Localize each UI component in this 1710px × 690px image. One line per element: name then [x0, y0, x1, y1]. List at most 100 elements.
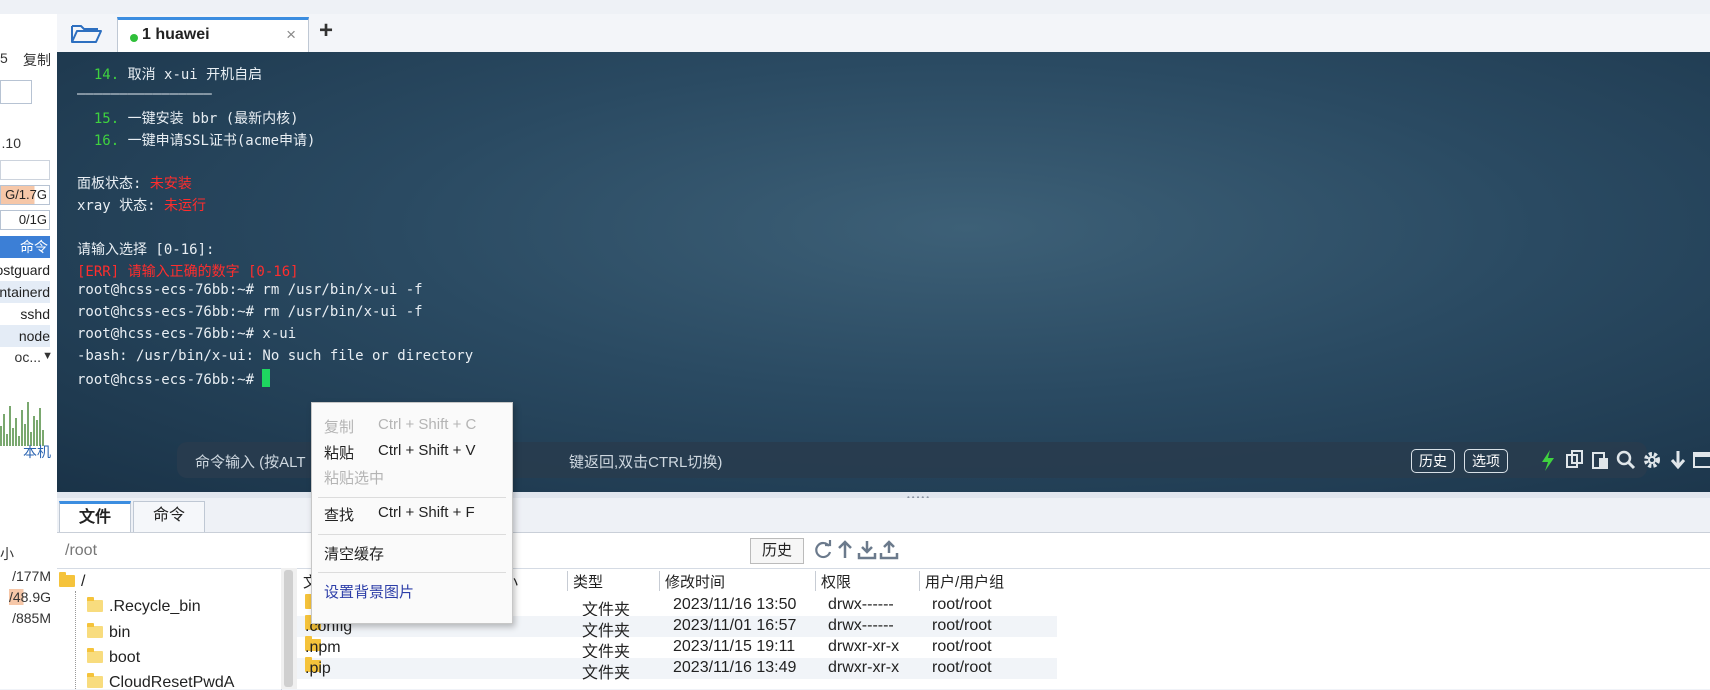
chevron-down-icon[interactable]: ▼ — [42, 350, 53, 362]
arrow-down-icon[interactable] — [1667, 448, 1689, 472]
lightning-icon[interactable] — [1537, 448, 1559, 472]
menu-separator — [318, 572, 506, 573]
folder-icon — [87, 597, 103, 612]
terminal-line: 16. 一键申请SSL证书(acme申请) — [93, 133, 316, 149]
process-header[interactable]: 命令 — [0, 236, 50, 258]
tab-commands[interactable]: 命令 — [133, 501, 205, 532]
network-dropdown[interactable]: oc... — [15, 349, 41, 365]
tree-item[interactable]: boot — [87, 648, 140, 667]
download-icon[interactable] — [857, 540, 877, 560]
sidebar-copy-button[interactable]: 复制 — [23, 50, 51, 70]
process-item[interactable]: postguard — [0, 259, 50, 281]
process-item[interactable]: node — [0, 325, 50, 347]
local-link[interactable]: 本机 — [23, 442, 51, 462]
file-perm: drwx------ — [828, 596, 894, 613]
close-icon[interactable]: × — [286, 25, 296, 45]
file-perm: drwx------ — [828, 617, 894, 634]
menu-item-paste-selection[interactable]: 粘贴选中 — [324, 467, 384, 488]
file-row[interactable]: .npm 文件夹 2023/11/15 19:11 drwxr-xr-x roo… — [297, 636, 1057, 661]
search-icon[interactable] — [1615, 448, 1637, 472]
terminal-line: 15. 一键安装 bbr (最新内核) — [93, 111, 299, 127]
tab-files[interactable]: 文件 — [59, 501, 131, 532]
column-separator[interactable] — [659, 571, 660, 591]
paste-icon[interactable] — [1590, 448, 1612, 472]
folder-icon — [59, 572, 75, 587]
terminal-line: 14. 取消 x-ui 开机自启 — [93, 67, 263, 83]
terminal-line: root@hcss-ecs-76bb:~# rm /usr/bin/x-ui -… — [77, 282, 423, 298]
file-type: 文件夹 — [582, 665, 631, 682]
terminal-line: root@hcss-ecs-76bb:~# rm /usr/bin/x-ui -… — [77, 304, 423, 320]
session-tab-bar: 1 huawei × + — [57, 14, 1710, 54]
tree-root[interactable]: / — [59, 572, 85, 591]
tree-item[interactable]: .Recycle_bin — [87, 597, 201, 616]
folder-open-icon[interactable] — [69, 20, 103, 46]
tab-label: 1 huawei — [142, 26, 210, 43]
menu-item-find[interactable]: 查找 Ctrl + Shift + F — [324, 504, 475, 525]
file-perm: drwxr-xr-x — [828, 659, 900, 676]
column-separator[interactable] — [815, 571, 816, 591]
context-menu: 复制 Ctrl + Shift + C 粘贴 Ctrl + Shift + V 粘贴… — [311, 402, 513, 624]
terminal-prompt-line: root@hcss-ecs-76bb:~# — [77, 369, 271, 388]
menu-separator — [318, 534, 506, 535]
options-button[interactable]: 选项 — [1464, 449, 1508, 473]
file-row[interactable]: .pip 文件夹 2023/11/16 13:49 drwxr-xr-x roo… — [297, 657, 1057, 682]
copy-icon[interactable] — [1564, 448, 1586, 472]
menu-item-clear-cache[interactable]: 清空缓存 — [324, 543, 384, 564]
directory-tree: / .Recycle_bin bin boot CloudResetPwdA — [57, 568, 282, 690]
add-tab-icon[interactable]: + — [319, 17, 333, 45]
window-top-strip — [0, 0, 1710, 15]
column-separator[interactable] — [567, 571, 568, 591]
window-icon[interactable] — [1692, 448, 1710, 472]
column-header-type[interactable]: 类型 — [573, 571, 603, 592]
history-button[interactable]: 历史 — [1411, 449, 1455, 473]
column-separator[interactable] — [919, 571, 920, 591]
process-item[interactable]: containerd — [0, 281, 50, 303]
folder-icon — [87, 673, 103, 688]
sidebar-field — [0, 160, 50, 180]
terminal-line: 请输入选择 [0-16]: — [77, 242, 215, 258]
disk-size: /885M — [12, 610, 51, 626]
menu-item-set-background[interactable]: 设置背景图片 — [324, 581, 414, 602]
terminal-line: 面板状态: 未安装 — [77, 176, 192, 192]
terminal-line: root@hcss-ecs-76bb:~# x-ui — [77, 326, 297, 342]
file-mtime: 2023/11/01 16:57 — [673, 617, 797, 634]
menu-item-paste[interactable]: 粘贴 Ctrl + Shift + V — [324, 442, 476, 463]
tree-item[interactable]: CloudResetPwdA — [87, 673, 234, 690]
command-input-placeholder: 命令输入 (按ALT — [195, 454, 306, 471]
refresh-icon[interactable] — [813, 540, 833, 560]
path-input[interactable]: /root — [65, 542, 97, 560]
gear-icon[interactable] — [1641, 448, 1663, 472]
process-item[interactable]: sshd — [0, 303, 50, 325]
disk-size: /177M — [12, 568, 51, 584]
tab-huawei[interactable]: 1 huawei × — [117, 17, 309, 52]
column-header-perm[interactable]: 权限 — [821, 571, 851, 592]
file-mtime: 2023/11/15 19:11 — [673, 638, 796, 655]
memory-usage: G/1.7G — [0, 185, 50, 205]
tree-guide — [75, 591, 77, 690]
path-history-button[interactable]: 历史 — [750, 538, 804, 564]
column-header-mtime[interactable]: 修改时间 — [665, 571, 725, 592]
path-bar: /root 历史 — [57, 534, 1710, 564]
file-perm: drwxr-xr-x — [828, 638, 900, 655]
file-owner: root/root — [932, 638, 992, 655]
folder-icon — [87, 623, 103, 638]
file-owner: root/root — [932, 617, 992, 634]
file-manager-panel: 文件 命令 /root 历史 / .Recycle_bin bin boot C… — [57, 498, 1710, 690]
upload-icon[interactable] — [879, 540, 899, 560]
sidebar-indicator: 5 — [0, 50, 8, 66]
sidebar-input[interactable] — [0, 80, 32, 104]
terminal[interactable]: 14. 取消 x-ui 开机自启 ———————————————— 15. 一键… — [57, 52, 1710, 492]
menu-item-copy[interactable]: 复制 Ctrl + Shift + C — [324, 416, 476, 437]
file-mtime: 2023/11/16 13:49 — [673, 659, 797, 676]
bottom-tab-bar: 文件 命令 — [57, 498, 1710, 533]
terminal-cursor — [262, 369, 271, 387]
scrollbar-thumb[interactable] — [284, 570, 293, 687]
disk-size: /48.9G — [8, 589, 51, 605]
tree-scrollbar[interactable] — [281, 568, 297, 689]
tree-item[interactable]: bin — [87, 623, 130, 642]
process-list: postguard containerd sshd node — [0, 259, 50, 347]
connection-status-icon — [130, 34, 138, 42]
up-directory-icon[interactable] — [835, 540, 855, 560]
column-header-owner[interactable]: 用户/用户组 — [925, 571, 1004, 592]
menu-separator — [318, 497, 506, 498]
